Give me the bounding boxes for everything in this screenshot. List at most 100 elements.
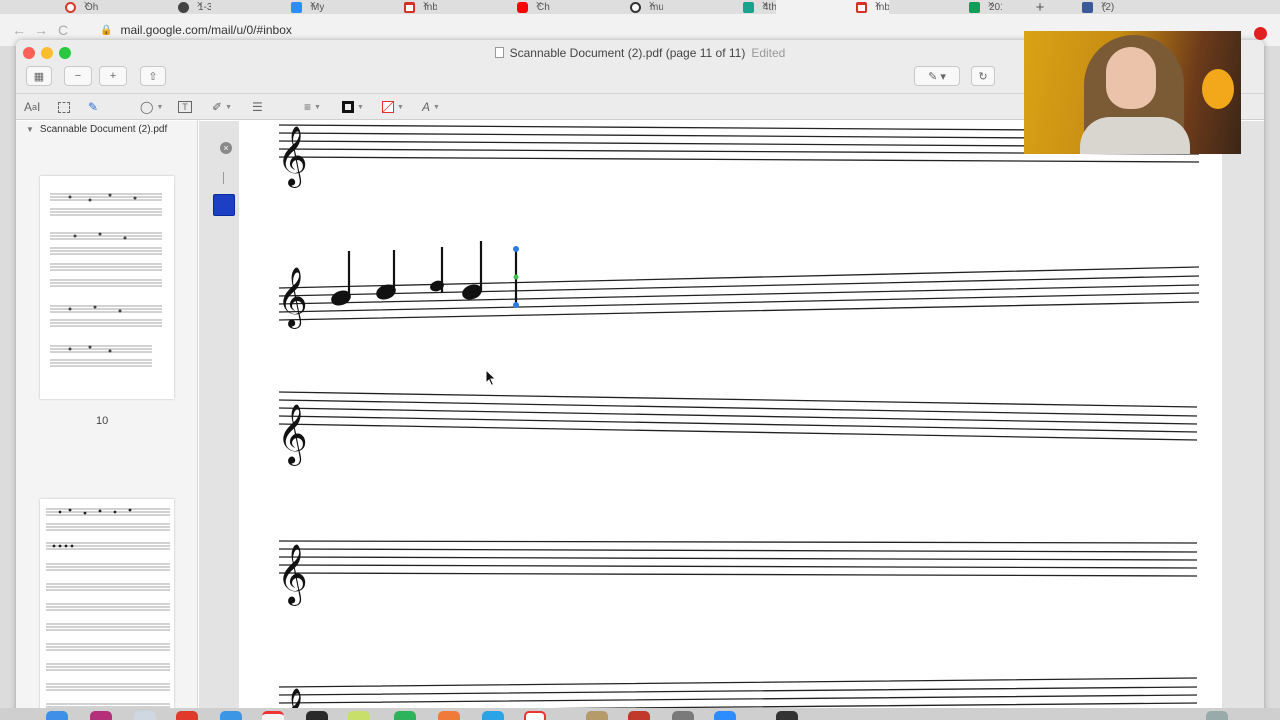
border-color-tool[interactable]: ▼ [342,98,364,116]
shapes-tool[interactable]: ◯ ▼ [140,98,163,116]
zoom-out-button[interactable]: − [64,66,92,86]
shape-style-tool[interactable]: ≡ ▼ [304,98,321,116]
app-icon[interactable] [348,711,370,720]
treble-clef-icon: 𝄞 [277,404,308,466]
color-swatch[interactable] [213,194,235,216]
document-title: Scannable Document (2).pdf (page 11 of 1… [509,46,746,60]
app-icon[interactable] [134,711,156,720]
browser-tab-strip: Ohio-Musi × 1-3 Music × My Meetin × Inbo… [0,0,1280,14]
calendar-icon[interactable] [262,711,284,720]
sign-tool[interactable]: ✐ ▼ [212,98,232,116]
tab-close-icon[interactable]: × [1101,0,1107,11]
stroke-width-indicator [223,172,224,184]
browser-tab[interactable]: Ohio-Musi × [0,0,98,14]
app-icon[interactable] [776,711,798,720]
note-tool[interactable]: ☰ [252,98,263,116]
fill-color-tool[interactable]: ▼ [382,98,404,116]
address-bar[interactable]: mail.google.com/mail/u/0/#inbox [120,23,291,37]
text-tool[interactable]: T [178,98,192,116]
forward-button[interactable]: → [30,22,52,38]
tab-close-icon[interactable]: × [988,0,994,11]
treble-clef-icon: 𝄞 [277,544,308,606]
music-staff [278,391,1198,441]
facebook-icon [1082,1,1093,13]
app-icon[interactable] [306,711,328,720]
webcam-lamp [1202,69,1234,109]
recording-indicator-icon [1254,27,1267,40]
browser-tab[interactable]: 1-3 Music × [98,0,211,14]
edited-status: Edited [751,46,786,60]
browser-tab[interactable]: 4th Grade × [663,0,776,14]
close-icon[interactable]: × [220,142,232,154]
reload-button[interactable]: C [52,22,74,38]
screen: Ohio-Musi × 1-3 Music × My Meetin × Inbo… [0,0,1280,720]
quarter-notes [331,241,518,306]
gmail-icon [856,1,867,13]
thumbnail-page-preview [50,193,162,367]
app-icon[interactable] [482,711,504,720]
app-icon[interactable] [394,711,416,720]
browser-tab[interactable]: 2019-202 × [889,0,1002,14]
tab-favicon-icon [65,1,76,13]
finder-icon[interactable] [46,711,68,720]
page-number-label: 10 [96,415,109,427]
tab-favicon-icon [630,1,641,13]
app-icon[interactable] [1206,711,1228,720]
browser-tab[interactable]: (2) Mrs. D × [1002,0,1115,14]
app-icon[interactable] [176,711,198,720]
webcam-person-face [1106,47,1156,109]
tab-close-icon[interactable]: × [875,0,881,11]
rectangular-selection-tool[interactable] [58,98,70,116]
browser-tab[interactable]: Inbox - rm × [324,0,437,14]
tab-close-icon[interactable]: × [84,0,90,11]
page-thumbnail[interactable] [40,176,174,399]
browser-tab[interactable]: Channel Vi × [437,0,550,14]
rotate-button[interactable]: ↻ [971,66,995,86]
tab-close-icon[interactable]: × [762,0,768,11]
tab-close-icon[interactable]: × [197,0,203,11]
markup-pen-button[interactable]: ✎ ▾ [914,66,960,86]
tab-close-icon[interactable]: × [310,0,316,11]
thumbnail-page-preview [46,508,170,711]
app-icon[interactable] [672,711,694,720]
music-staff [278,540,1198,577]
browser-tab[interactable]: My Meetin × [211,0,324,14]
text-selection-tool[interactable]: AaI [24,98,40,116]
tab-favicon-icon [291,1,302,13]
gmail-icon [404,1,415,13]
tab-close-icon[interactable]: × [536,0,542,11]
disclosure-triangle-icon[interactable]: ▼ [26,125,34,134]
app-icon[interactable] [90,711,112,720]
text-style-tool[interactable]: A ▼ [422,98,440,116]
zoom-app-icon[interactable] [714,711,736,720]
webcam-video-overlay[interactable] [1024,31,1241,154]
tab-close-icon[interactable]: × [649,0,655,11]
zoom-in-button[interactable]: + [99,66,127,86]
pdf-page: 𝄞 𝄞 𝄞 𝄞 𝄞 [239,121,1222,720]
sidebar-document-header[interactable]: ▼ Scannable Document (2).pdf [26,124,167,135]
app-icon[interactable] [220,711,242,720]
treble-clef-icon: 𝄞 [277,126,308,188]
share-button[interactable]: ⇧ [140,66,166,86]
mouse-cursor-icon [485,369,497,387]
sidebar-document-name: Scannable Document (2).pdf [39,124,168,135]
app-icon[interactable] [586,711,608,720]
treble-clef-icon: 𝄞 [277,267,308,329]
sidebar-toggle-button[interactable]: ▦ [26,66,52,86]
page-thumbnail-selected[interactable] [40,499,174,720]
app-icon[interactable] [628,711,650,720]
youtube-icon [517,1,528,13]
sketch-popover: × [213,138,239,218]
app-icon[interactable] [438,711,460,720]
tab-favicon-icon [178,1,189,13]
browser-tab-active[interactable]: Inbox (1) - × [776,0,889,14]
back-button[interactable]: ← [8,22,30,38]
tab-favicon-icon [969,1,980,13]
document-canvas[interactable]: × 𝄞 𝄞 𝄞 𝄞 𝄞 [199,121,1264,720]
webcam-person-shirt [1080,117,1190,154]
staff-paper: 𝄞 𝄞 𝄞 𝄞 𝄞 [277,124,1200,720]
tab-close-icon[interactable]: × [423,0,429,11]
app-icon[interactable] [524,711,546,720]
sketch-tool[interactable]: ✎ [88,98,98,116]
browser-tab[interactable]: musictheo × [550,0,663,14]
